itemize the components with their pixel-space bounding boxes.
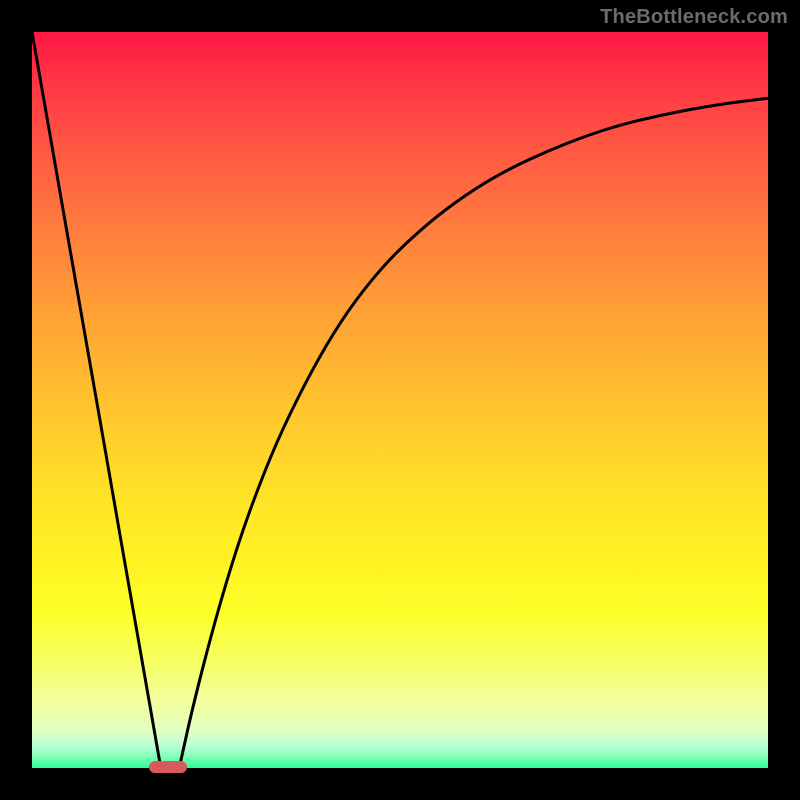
curve-right-branch — [179, 98, 768, 768]
watermark-text: TheBottleneck.com — [600, 6, 788, 29]
curve-left-branch — [32, 32, 161, 768]
plot-area — [32, 32, 768, 768]
min-point-marker — [149, 761, 187, 773]
chart-svg — [32, 32, 768, 768]
chart-container: TheBottleneck.com — [0, 0, 800, 800]
